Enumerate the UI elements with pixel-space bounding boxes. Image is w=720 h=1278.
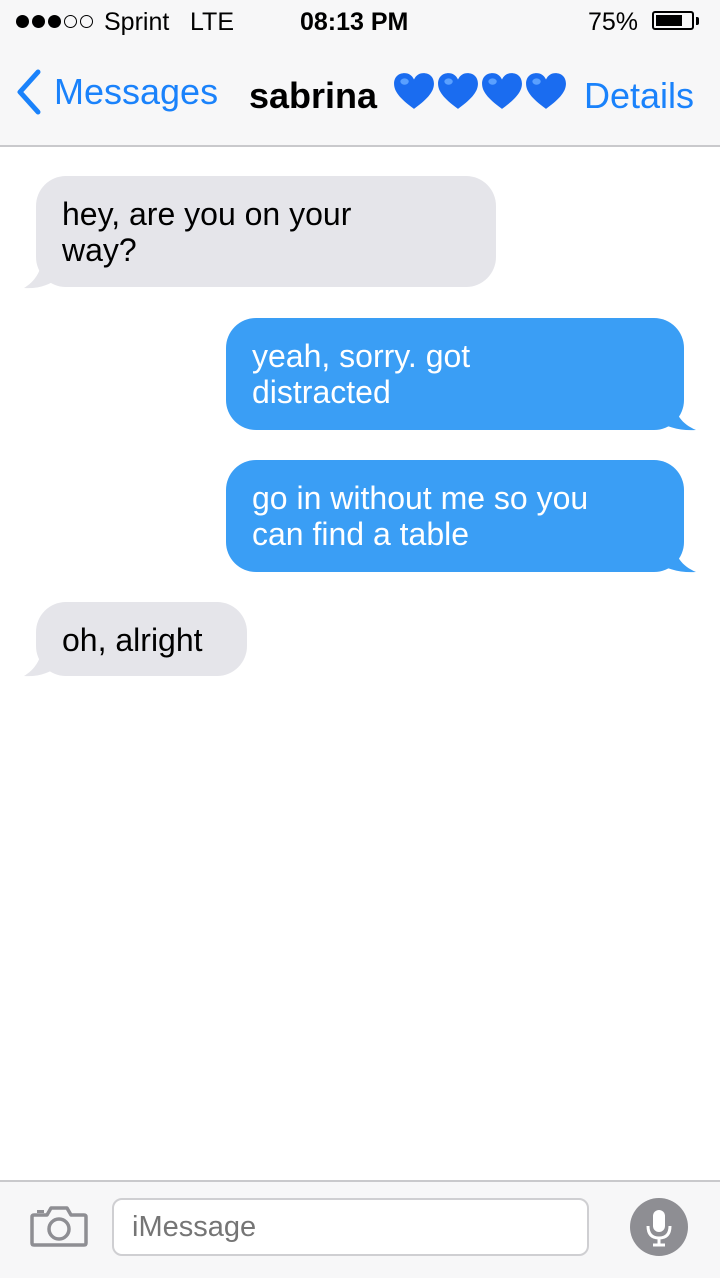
header: Sprint LTE 08:13 PM 75% Messages sabrina… <box>0 0 720 147</box>
status-bar: Sprint LTE 08:13 PM 75% <box>0 0 720 46</box>
contact-name: sabrina <box>249 75 378 116</box>
microphone-icon[interactable] <box>630 1198 688 1256</box>
outgoing-message[interactable]: go in without me so you can find a table <box>226 460 684 572</box>
outgoing-message[interactable]: yeah, sorry. got distracted <box>226 318 684 430</box>
battery-percent: 75% <box>588 8 639 36</box>
incoming-message[interactable]: hey, are you on your way? <box>36 176 496 287</box>
bubble-tail <box>24 644 58 677</box>
blue-heart-icon <box>438 73 478 109</box>
back-button[interactable]: Messages <box>14 68 218 116</box>
bubble-tail <box>656 398 696 431</box>
blue-heart-icon <box>526 73 566 109</box>
battery-level <box>656 15 682 26</box>
bubble-tail <box>24 256 58 289</box>
network-type: LTE <box>190 8 234 36</box>
message-line: yeah, sorry. got <box>252 338 471 374</box>
signal-dot <box>64 15 77 28</box>
camera-icon[interactable] <box>30 1203 88 1252</box>
signal-dot <box>16 15 29 28</box>
message-line: hey, are you on your <box>62 196 352 232</box>
signal-dot <box>32 15 45 28</box>
back-label: Messages <box>54 71 219 112</box>
bubble-tail <box>656 540 696 573</box>
incoming-message[interactable]: oh, alright <box>36 602 247 676</box>
message-line: oh, alright <box>62 622 203 658</box>
clock: 08:13 PM <box>300 8 409 36</box>
blue-heart-icon <box>394 73 434 109</box>
message-input[interactable] <box>112 1198 589 1256</box>
navigation-bar: Messages sabrina Details <box>0 50 720 140</box>
signal-dot <box>48 15 61 28</box>
contact-emoji <box>393 72 567 110</box>
message-line: go in without me so you <box>252 480 589 516</box>
battery-icon <box>652 11 694 30</box>
blue-heart-icon <box>482 73 522 109</box>
carrier-name: Sprint <box>104 8 170 36</box>
signal-strength-icon <box>16 15 93 28</box>
chevron-left-icon <box>17 69 41 115</box>
signal-dot <box>80 15 93 28</box>
details-button[interactable]: Details <box>584 75 694 117</box>
message-line: can find a table <box>252 516 470 552</box>
battery-tip <box>696 17 699 25</box>
message-line: distracted <box>252 374 391 410</box>
message-line: way? <box>62 232 137 268</box>
